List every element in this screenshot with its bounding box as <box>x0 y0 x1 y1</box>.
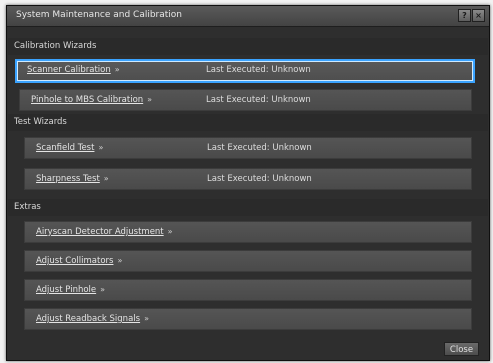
chevron-right-icon: » <box>144 314 149 323</box>
close-button[interactable]: Close <box>444 342 479 356</box>
close-icon[interactable]: × <box>472 9 485 22</box>
adjust-pinhole-row[interactable]: Adjust Pinhole» <box>24 279 472 301</box>
chevron-right-icon: » <box>103 174 109 183</box>
section-header-calibration: Calibration Wizards <box>8 38 488 55</box>
last-executed-text: Last Executed: Unknown <box>207 174 312 184</box>
section-label: Extras <box>14 202 41 212</box>
title-bar[interactable]: System Maintenance and Calibration ? × <box>7 6 489 27</box>
chevron-right-icon: » <box>114 65 120 74</box>
sharpness-test-row[interactable]: Sharpness Test» Last Executed: Unknown <box>24 168 472 190</box>
link-label: Pinhole to MBS Calibration <box>31 95 144 105</box>
pinhole-mbs-calibration-link[interactable]: Pinhole to MBS Calibration» <box>31 95 152 105</box>
adjust-readback-signals-link[interactable]: Adjust Readback Signals» <box>36 314 149 324</box>
last-executed-text: Last Executed: Unknown <box>207 143 312 153</box>
adjust-collimators-row[interactable]: Adjust Collimators» <box>24 250 472 272</box>
link-label: Airyscan Detector Adjustment <box>36 227 164 237</box>
link-label: Scanner Calibration <box>27 65 111 75</box>
section-header-tests: Test Wizards <box>8 114 488 131</box>
adjust-readback-signals-row[interactable]: Adjust Readback Signals» <box>24 308 472 330</box>
link-label: Adjust Readback Signals <box>36 314 141 324</box>
last-executed-text: Last Executed: Unknown <box>206 65 311 75</box>
scanner-calibration-link[interactable]: Scanner Calibration» <box>27 65 120 75</box>
help-icon[interactable]: ? <box>458 9 471 22</box>
chevron-right-icon: » <box>117 256 123 265</box>
pinhole-mbs-calibration-row[interactable]: Pinhole to MBS Calibration» Last Execute… <box>19 89 472 111</box>
sharpness-test-link[interactable]: Sharpness Test» <box>36 174 109 184</box>
chevron-right-icon: » <box>167 227 173 236</box>
link-label: Sharpness Test <box>36 174 100 184</box>
chevron-right-icon: » <box>98 143 104 152</box>
adjust-pinhole-link[interactable]: Adjust Pinhole» <box>36 285 105 295</box>
section-label: Calibration Wizards <box>14 41 97 51</box>
link-label: Adjust Pinhole <box>36 285 97 295</box>
scanfield-test-row[interactable]: Scanfield Test» Last Executed: Unknown <box>24 137 472 159</box>
window-title: System Maintenance and Calibration <box>16 10 183 20</box>
section-label: Test Wizards <box>14 117 67 127</box>
link-label: Scanfield Test <box>36 143 95 153</box>
scanfield-test-link[interactable]: Scanfield Test» <box>36 143 103 153</box>
scanner-calibration-row[interactable]: Scanner Calibration» Last Executed: Unkn… <box>15 59 475 83</box>
chevron-right-icon: » <box>147 95 153 104</box>
airyscan-adjustment-link[interactable]: Airyscan Detector Adjustment» <box>36 227 173 237</box>
last-executed-text: Last Executed: Unknown <box>206 95 311 105</box>
link-label: Adjust Collimators <box>36 256 114 266</box>
chevron-right-icon: » <box>100 285 106 294</box>
maintenance-dialog: System Maintenance and Calibration ? × C… <box>6 5 490 361</box>
section-header-extras: Extras <box>8 199 488 216</box>
airyscan-adjustment-row[interactable]: Airyscan Detector Adjustment» <box>24 221 472 243</box>
adjust-collimators-link[interactable]: Adjust Collimators» <box>36 256 122 266</box>
